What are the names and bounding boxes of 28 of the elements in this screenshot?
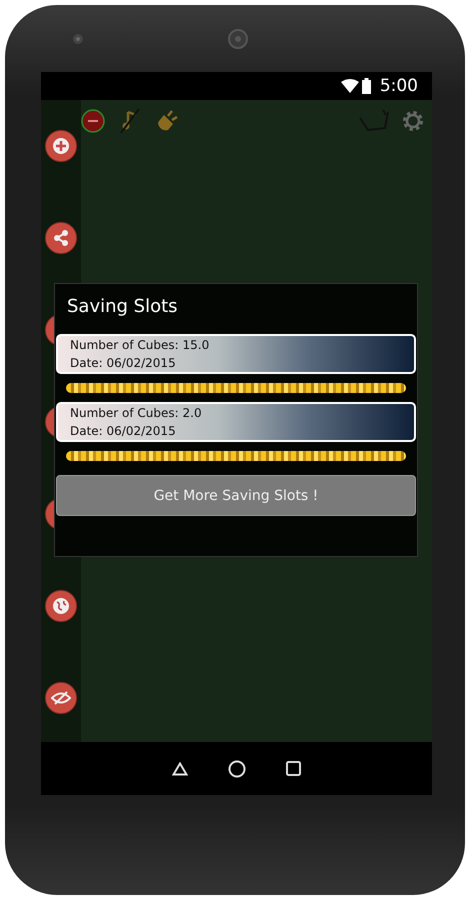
home-icon[interactable] bbox=[228, 760, 246, 778]
plug-icon[interactable] bbox=[155, 109, 179, 133]
sidebar-button[interactable] bbox=[45, 590, 77, 622]
settings-icon[interactable] bbox=[402, 110, 424, 132]
back-icon[interactable] bbox=[172, 762, 188, 776]
camera-icon bbox=[72, 32, 84, 44]
plus-icon bbox=[52, 137, 70, 155]
saving-slot[interactable]: Number of Cubes: 2.0 Date: 06/02/2015 bbox=[56, 402, 416, 442]
slot-cubes: Number of Cubes: 2.0 bbox=[70, 405, 203, 422]
saving-slot[interactable]: Number of Cubes: 15.0 Date: 06/02/2015 bbox=[56, 334, 416, 374]
get-more-slots-button[interactable]: Get More Saving Slots ! bbox=[56, 475, 416, 516]
sidebar-button[interactable] bbox=[45, 130, 77, 162]
battery-icon bbox=[362, 78, 371, 94]
sidebar-button[interactable] bbox=[45, 682, 77, 714]
recents-icon[interactable] bbox=[286, 761, 301, 776]
dialog-title: Saving Slots bbox=[66, 295, 179, 319]
eye-off-icon bbox=[51, 690, 71, 706]
status-time: 5:00 bbox=[380, 76, 418, 96]
wifi-icon bbox=[340, 79, 359, 93]
slot-cubes: Number of Cubes: 15.0 bbox=[70, 337, 210, 354]
globe-icon bbox=[52, 597, 70, 615]
music-off-icon[interactable] bbox=[119, 108, 141, 134]
share-icon bbox=[52, 229, 70, 247]
record-icon[interactable] bbox=[81, 109, 105, 133]
slot-date: Date: 06/02/2015 bbox=[70, 355, 177, 372]
slot-date: Date: 06/02/2015 bbox=[70, 423, 177, 440]
sensor-icon bbox=[227, 28, 249, 50]
sidebar-button[interactable] bbox=[45, 222, 77, 254]
